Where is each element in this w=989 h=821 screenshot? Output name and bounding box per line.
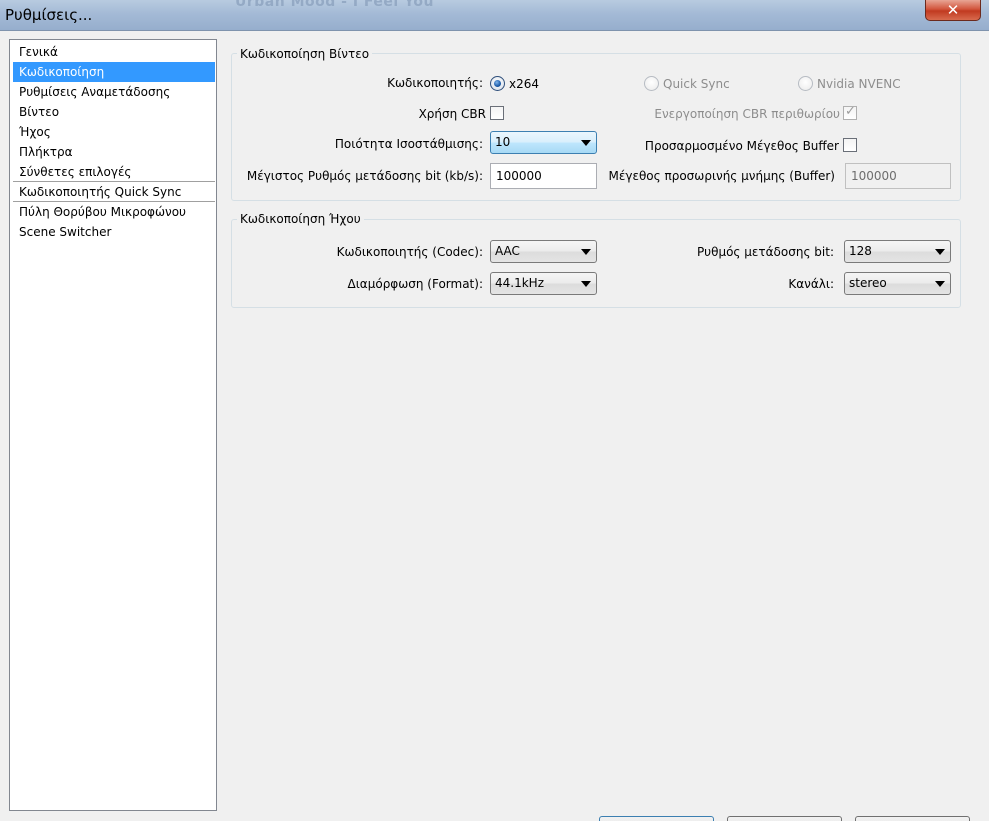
- apply-button[interactable]: [855, 816, 970, 821]
- use-cbr-checkbox[interactable]: [490, 106, 504, 120]
- window-title: Ρυθμίσεις...: [5, 6, 93, 24]
- audio-bitrate-select[interactable]: 128: [844, 240, 951, 263]
- audio-codec-value: AAC: [495, 244, 520, 258]
- chevron-down-icon: [935, 249, 945, 255]
- sidebar-item-audio[interactable]: Ήχος: [13, 122, 215, 142]
- sidebar-item-general[interactable]: Γενικά: [13, 42, 215, 62]
- audio-channel-label: Κανάλι:: [788, 277, 834, 291]
- quality-balance-select[interactable]: 10: [490, 131, 597, 154]
- encoder-option-nvenc: Nvidia NVENC: [817, 77, 901, 91]
- background-window-title: Urban Mood - I Feel You: [235, 0, 435, 10]
- max-bitrate-input[interactable]: 100000: [490, 163, 597, 189]
- close-icon: ✕: [946, 1, 960, 19]
- buffer-size-input[interactable]: 100000: [845, 163, 951, 189]
- audio-codec-label: Κωδικοποιητής (Codec):: [336, 245, 483, 259]
- ok-button[interactable]: [599, 816, 714, 821]
- audio-encoding-group-title: Κωδικοποίηση Ήχου: [237, 212, 364, 226]
- cbr-padding-checkbox[interactable]: ✓: [843, 104, 857, 120]
- chevron-down-icon: [581, 140, 591, 146]
- buffer-size-label: Μέγεθος προσωρινής μνήμης (Buffer): [608, 169, 835, 183]
- audio-codec-select[interactable]: AAC: [490, 240, 597, 263]
- title-bar: Urban Mood - I Feel You Ρυθμίσεις... ✕: [0, 0, 989, 31]
- quality-balance-value: 10: [495, 135, 511, 149]
- use-cbr-label: Χρήση CBR: [418, 107, 486, 121]
- custom-buffer-checkbox[interactable]: [843, 138, 857, 152]
- audio-channel-value: stereo: [849, 276, 887, 290]
- chevron-down-icon: [935, 281, 945, 287]
- max-bitrate-label: Μέγιστος Ρυθμός μετάδοσης bit (kb/s):: [246, 169, 483, 183]
- checkmark-icon: ✓: [845, 104, 856, 119]
- audio-format-select[interactable]: 44.1kHz: [490, 272, 597, 295]
- sidebar-item-noise-gate[interactable]: Πύλη Θορύβου Μικροφώνου: [13, 202, 215, 222]
- sidebar-item-broadcast-settings[interactable]: Ρυθμίσεις Αναμετάδοσης: [13, 82, 215, 102]
- sidebar-item-advanced[interactable]: Σύνθετες επιλογές: [13, 162, 215, 182]
- sidebar-item-scene-switcher[interactable]: Scene Switcher: [13, 222, 215, 242]
- encoder-option-quick-sync: Quick Sync: [663, 77, 730, 91]
- sidebar-item-quick-sync-encoder[interactable]: Κωδικοποιητής Quick Sync: [13, 182, 215, 202]
- custom-buffer-label: Προσαρμοσμένο Μέγεθος Buffer: [644, 139, 839, 153]
- audio-bitrate-label: Ρυθμός μετάδοσης bit:: [696, 245, 834, 259]
- encoder-radio-nvenc[interactable]: [798, 76, 813, 91]
- sidebar-item-video[interactable]: Βίντεο: [13, 102, 215, 122]
- encoder-label: Κωδικοποιητής:: [387, 76, 483, 90]
- audio-bitrate-value: 128: [849, 244, 872, 258]
- cbr-padding-label: Ενεργοποίηση CBR περιθωρίου: [654, 107, 840, 121]
- chevron-down-icon: [581, 249, 591, 255]
- audio-format-label: Διαμόρφωση (Format):: [347, 277, 483, 291]
- encoder-radio-x264[interactable]: [490, 76, 505, 91]
- settings-category-list: Γενικά Κωδικοποίηση Ρυθμίσεις Αναμετάδοσ…: [9, 39, 217, 811]
- audio-format-value: 44.1kHz: [495, 276, 544, 290]
- audio-channel-select[interactable]: stereo: [844, 272, 951, 295]
- video-encoding-group-title: Κωδικοποίηση Βίντεο: [237, 47, 373, 61]
- encoder-option-x264: x264: [509, 77, 540, 91]
- sidebar-item-encoding[interactable]: Κωδικοποίηση: [13, 62, 215, 82]
- close-button[interactable]: ✕: [925, 0, 981, 21]
- encoder-radio-quick-sync[interactable]: [644, 76, 659, 91]
- sidebar-item-hotkeys[interactable]: Πλήκτρα: [13, 142, 215, 162]
- chevron-down-icon: [581, 281, 591, 287]
- quality-balance-label: Ποιότητα Ισοστάθμισης:: [334, 137, 483, 151]
- cancel-button[interactable]: [727, 816, 842, 821]
